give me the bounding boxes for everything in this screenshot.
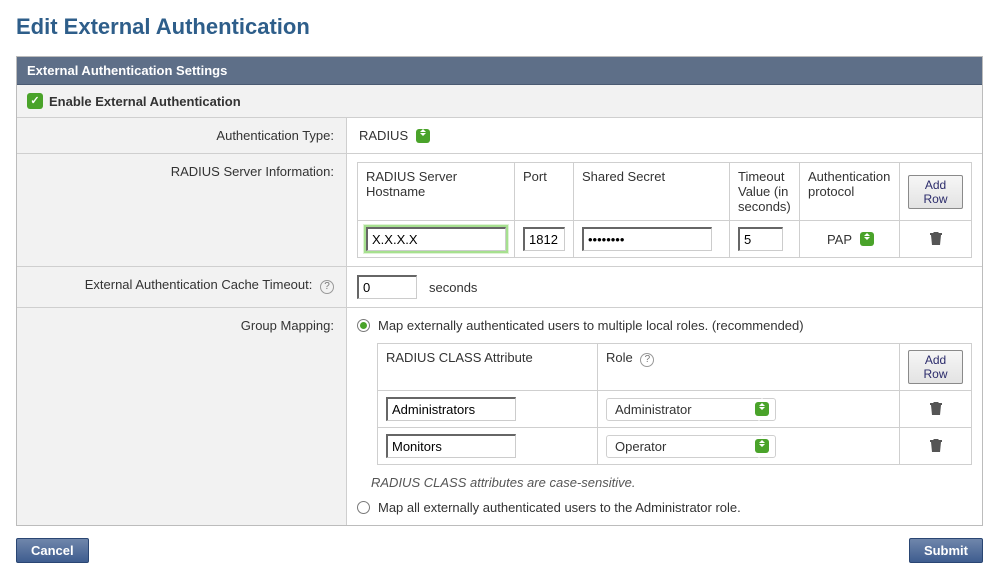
mapping-row: Operator: [378, 428, 972, 465]
radius-hostname-input[interactable]: [366, 227, 506, 251]
role-value: Operator: [615, 439, 666, 454]
external-auth-panel: External Authentication Settings ✓ Enabl…: [16, 56, 983, 526]
th-addrow-mapping: Add Row: [900, 344, 972, 391]
radius-protocol-value: PAP: [825, 230, 854, 249]
th-timeout: Timeout Value (in seconds): [730, 163, 800, 221]
radius-secret-input[interactable]: [582, 227, 712, 251]
add-row-radius-button[interactable]: Add Row: [908, 175, 963, 209]
trash-icon[interactable]: [929, 437, 943, 453]
role-select[interactable]: Administrator: [606, 398, 776, 421]
radius-port-input[interactable]: [523, 227, 565, 251]
th-addrow: Add Row: [900, 163, 972, 221]
th-class-attr: RADIUS CLASS Attribute: [378, 344, 598, 391]
class-attr-input[interactable]: [386, 397, 516, 421]
enable-row: ✓ Enable External Authentication: [17, 85, 982, 118]
label-auth-type: Authentication Type:: [17, 118, 347, 153]
label-cache-timeout: External Authentication Cache Timeout: ?: [17, 267, 347, 307]
mapping-row: Administrator: [378, 391, 972, 428]
radius-timeout-input[interactable]: [738, 227, 783, 251]
cancel-button[interactable]: Cancel: [16, 538, 89, 563]
help-icon[interactable]: ?: [320, 280, 334, 294]
page-title: Edit External Authentication: [16, 14, 983, 40]
add-row-mapping-button[interactable]: Add Row: [908, 350, 963, 384]
seconds-label: seconds: [429, 280, 477, 295]
auth-type-select[interactable]: RADIUS: [357, 126, 972, 145]
case-sensitive-note: RADIUS CLASS attributes are case-sensiti…: [371, 473, 972, 490]
trash-icon[interactable]: [929, 400, 943, 416]
group-mapping-table: RADIUS CLASS Attribute Role ? Add Row: [377, 343, 972, 465]
trash-icon[interactable]: [929, 230, 943, 246]
label-group-mapping: Group Mapping:: [17, 308, 347, 525]
radio-icon: [357, 501, 370, 514]
radius-row: PAP: [358, 221, 972, 258]
label-radius-info: RADIUS Server Information:: [17, 154, 347, 266]
th-hostname: RADIUS Server Hostname: [358, 163, 515, 221]
role-select[interactable]: Operator: [606, 435, 776, 458]
radio-admin-label: Map all externally authenticated users t…: [378, 500, 741, 515]
radio-multiple-roles[interactable]: Map externally authenticated users to mu…: [357, 316, 972, 335]
th-role: Role ?: [598, 344, 900, 391]
chevron-updown-icon: [860, 232, 874, 246]
radius-server-table: RADIUS Server Hostname Port Shared Secre…: [357, 162, 972, 258]
role-value: Administrator: [615, 402, 692, 417]
row-group-mapping: Group Mapping: Map externally authentica…: [17, 308, 982, 525]
row-auth-type: Authentication Type: RADIUS: [17, 118, 982, 154]
chevron-updown-icon: [416, 129, 430, 143]
radio-admin-role[interactable]: Map all externally authenticated users t…: [357, 498, 972, 517]
help-icon[interactable]: ?: [640, 353, 654, 367]
button-bar: Cancel Submit: [16, 538, 983, 563]
radius-protocol-select[interactable]: PAP: [825, 230, 874, 249]
row-radius-info: RADIUS Server Information: RADIUS Server…: [17, 154, 982, 267]
cache-timeout-input[interactable]: [357, 275, 417, 299]
th-protocol: Authentication protocol: [800, 163, 900, 221]
row-cache-timeout: External Authentication Cache Timeout: ?…: [17, 267, 982, 308]
radio-icon: [357, 319, 370, 332]
radio-multiple-label: Map externally authenticated users to mu…: [378, 318, 804, 333]
class-attr-input[interactable]: [386, 434, 516, 458]
auth-type-value: RADIUS: [357, 126, 410, 145]
enable-label: Enable External Authentication: [49, 94, 241, 109]
enable-checkbox[interactable]: ✓: [27, 93, 43, 109]
submit-button[interactable]: Submit: [909, 538, 983, 563]
th-secret: Shared Secret: [574, 163, 730, 221]
panel-header: External Authentication Settings: [17, 57, 982, 85]
chevron-updown-icon: [755, 439, 769, 453]
chevron-updown-icon: [755, 402, 769, 416]
th-port: Port: [515, 163, 574, 221]
